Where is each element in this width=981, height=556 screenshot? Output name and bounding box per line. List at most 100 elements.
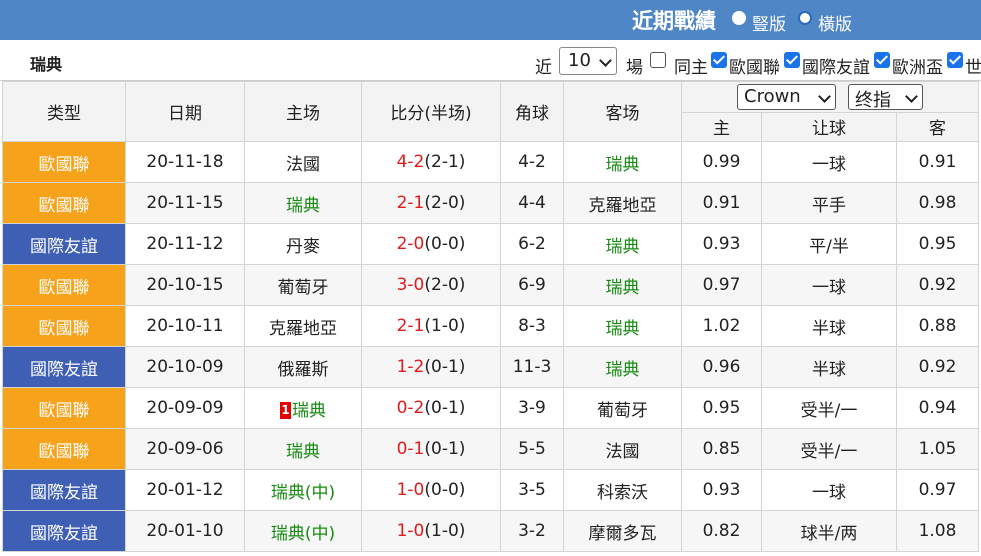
home-team[interactable]: 葡萄牙: [278, 278, 329, 298]
away-team-cell[interactable]: 法國: [563, 428, 682, 470]
table-row[interactable]: 歐國聯 20-10-15 葡萄牙 3-0(2-0) 6-9 瑞典 0.97 一球 0.92: [2, 264, 979, 306]
away-team-cell[interactable]: 瑞典: [563, 264, 682, 306]
home-team[interactable]: 瑞典(中): [271, 524, 335, 544]
home-team[interactable]: 俄羅斯: [278, 360, 329, 380]
home-team-cell[interactable]: 俄羅斯: [244, 346, 362, 388]
away-team[interactable]: 法國: [606, 442, 640, 462]
radio-vertical-label[interactable]: 豎版: [752, 10, 786, 35]
score-cell[interactable]: 2-0(0-0): [361, 223, 501, 265]
filter-checkbox-world[interactable]: [947, 52, 963, 68]
away-team[interactable]: 科索沃: [597, 483, 648, 503]
match-date: 20-10-09: [125, 346, 245, 388]
corners: 3-9: [500, 387, 564, 429]
away-team[interactable]: 瑞典: [606, 360, 640, 380]
odds-home: 0.97: [681, 264, 762, 306]
home-team[interactable]: 瑞典: [292, 401, 326, 421]
home-team-cell[interactable]: 瑞典: [244, 428, 362, 470]
away-team[interactable]: 葡萄牙: [597, 401, 648, 421]
odds-away: 0.92: [896, 264, 979, 306]
away-team[interactable]: 瑞典: [606, 319, 640, 339]
filter-checkbox-friendly[interactable]: [784, 52, 800, 68]
filter-label-friendly[interactable]: 國際友誼: [802, 53, 870, 78]
red-card-badge: 1: [280, 402, 291, 419]
score-cell[interactable]: 1-2(0-1): [361, 346, 501, 388]
away-team[interactable]: 瑞典: [606, 237, 640, 257]
table-row[interactable]: 歐國聯 20-10-11 克羅地亞 2-1(1-0) 8-3 瑞典 1.02 半球 0.88: [2, 305, 979, 347]
radio-vertical[interactable]: [732, 11, 746, 25]
odds-type-select[interactable]: 终指: [848, 84, 923, 111]
home-team[interactable]: 瑞典(中): [271, 483, 335, 503]
match-date: 20-09-09: [125, 387, 245, 429]
away-team[interactable]: 摩爾多瓦: [589, 524, 657, 544]
match-type[interactable]: 國際友誼: [2, 469, 126, 511]
table-row[interactable]: 歐國聯 20-11-18 法國 4-2(2-1) 4-2 瑞典 0.99 一球 0.91: [2, 141, 979, 183]
away-team-cell[interactable]: 瑞典: [563, 223, 682, 265]
match-type[interactable]: 歐國聯: [2, 387, 126, 429]
odds-home: 0.99: [681, 141, 762, 183]
away-team-cell[interactable]: 摩爾多瓦: [563, 510, 682, 552]
table-row[interactable]: 國際友誼 20-01-10 瑞典(中) 1-0(1-0) 3-2 摩爾多瓦 0.82 球半/两…: [2, 510, 979, 552]
home-team-cell[interactable]: 葡萄牙: [244, 264, 362, 306]
table-row[interactable]: 國際友誼 20-11-12 丹麥 2-0(0-0) 6-2 瑞典 0.93 平/半 0.95: [2, 223, 979, 265]
filter-label-world[interactable]: 世: [965, 53, 981, 78]
away-team-cell[interactable]: 科索沃: [563, 469, 682, 511]
score-cell[interactable]: 4-2(2-1): [361, 141, 501, 183]
filter-label-nations-league[interactable]: 歐國聯: [729, 53, 780, 78]
away-team-cell[interactable]: 瑞典: [563, 141, 682, 183]
handicap: 半球: [761, 346, 897, 388]
match-type[interactable]: 國際友誼: [2, 346, 126, 388]
home-team-cell[interactable]: 瑞典(中): [244, 469, 362, 511]
match-type[interactable]: 歐國聯: [2, 428, 126, 470]
score-cell[interactable]: 3-0(2-0): [361, 264, 501, 306]
radio-horizontal-label[interactable]: 橫版: [818, 10, 852, 35]
filter-label-same-home[interactable]: 同主: [674, 53, 708, 78]
score-cell[interactable]: 1-0(0-0): [361, 469, 501, 511]
table-row[interactable]: 歐國聯 20-09-06 瑞典 0-1(0-1) 5-5 法國 0.85 受半/一 1.05: [2, 428, 979, 470]
away-team[interactable]: 瑞典: [606, 155, 640, 175]
chevron-down-icon: [818, 90, 831, 103]
table-row[interactable]: 國際友誼 20-01-12 瑞典(中) 1-0(0-0) 3-5 科索沃 0.93 一球 0.9…: [2, 469, 979, 511]
home-team[interactable]: 克羅地亞: [269, 319, 337, 339]
table-row[interactable]: 歐國聯 20-11-15 瑞典 2-1(2-0) 4-4 克羅地亞 0.91 平手 0.98: [2, 182, 979, 224]
filter-label-euro[interactable]: 歐洲盃: [892, 53, 943, 78]
home-team[interactable]: 瑞典: [286, 442, 320, 462]
team-name: 瑞典: [30, 55, 63, 74]
match-type[interactable]: 國際友誼: [2, 510, 126, 552]
home-team-cell[interactable]: 克羅地亞: [244, 305, 362, 347]
company-select[interactable]: Crown: [737, 84, 836, 110]
home-team-cell[interactable]: 丹麥: [244, 223, 362, 265]
odds-selector-header: Crown 终指: [681, 81, 979, 113]
away-team-cell[interactable]: 瑞典: [563, 305, 682, 347]
home-team[interactable]: 法國: [286, 155, 320, 175]
home-team-cell[interactable]: 法國: [244, 141, 362, 183]
away-team[interactable]: 克羅地亞: [589, 196, 657, 216]
odds-away: 0.98: [896, 182, 979, 224]
filter-checkbox-nations-league[interactable]: [711, 52, 727, 68]
recent-count-select[interactable]: 10: [559, 47, 617, 75]
table-row[interactable]: 國際友誼 20-10-09 俄羅斯 1-2(0-1) 11-3 瑞典 0.96 半球 0.92: [2, 346, 979, 388]
home-team-cell[interactable]: 1 瑞典: [244, 387, 362, 429]
filter-checkbox-euro[interactable]: [874, 52, 890, 68]
match-type[interactable]: 歐國聯: [2, 264, 126, 306]
radio-horizontal[interactable]: [798, 11, 812, 25]
home-team-cell[interactable]: 瑞典: [244, 182, 362, 224]
match-type[interactable]: 歐國聯: [2, 141, 126, 183]
home-team[interactable]: 瑞典: [286, 196, 320, 216]
score-cell[interactable]: 1-0(1-0): [361, 510, 501, 552]
match-type[interactable]: 國際友誼: [2, 223, 126, 265]
filter-checkbox-same-home[interactable]: [650, 52, 666, 68]
away-team-cell[interactable]: 瑞典: [563, 346, 682, 388]
away-team[interactable]: 瑞典: [606, 278, 640, 298]
table-row[interactable]: 歐國聯 20-09-09 1 瑞典 0-2(0-1) 3-9 葡萄牙 0.95 受半/一 0.94: [2, 387, 979, 429]
away-team-cell[interactable]: 葡萄牙: [563, 387, 682, 429]
match-type[interactable]: 歐國聯: [2, 182, 126, 224]
match-type[interactable]: 歐國聯: [2, 305, 126, 347]
home-team-cell[interactable]: 瑞典(中): [244, 510, 362, 552]
score-cell[interactable]: 2-1(2-0): [361, 182, 501, 224]
score-cell[interactable]: 0-2(0-1): [361, 387, 501, 429]
away-team-cell[interactable]: 克羅地亞: [563, 182, 682, 224]
score-cell[interactable]: 0-1(0-1): [361, 428, 501, 470]
score-cell[interactable]: 2-1(1-0): [361, 305, 501, 347]
odds-away: 0.92: [896, 346, 979, 388]
home-team[interactable]: 丹麥: [286, 237, 320, 257]
